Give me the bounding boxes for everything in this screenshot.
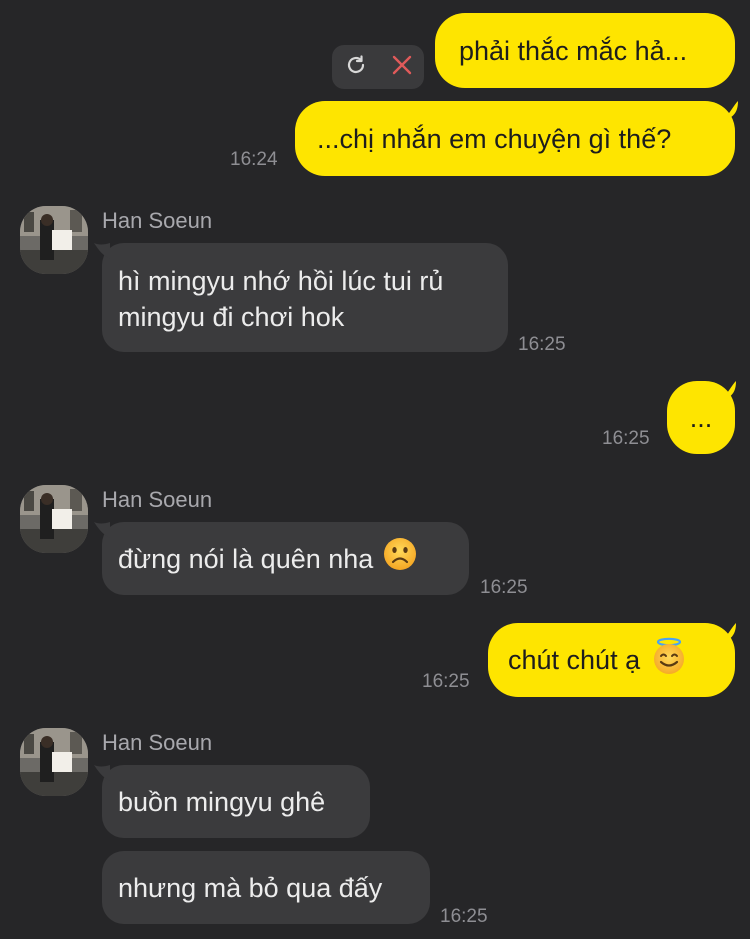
message-bubble-incoming[interactable]: đừng nói là quên nha bbox=[102, 522, 469, 595]
message-text: phải thắc mắc hả... bbox=[459, 35, 688, 66]
bubble-tail bbox=[94, 765, 110, 781]
avatar[interactable] bbox=[20, 485, 88, 553]
message-time: 16:25 bbox=[602, 428, 650, 449]
message-text: buồn mingyu ghê bbox=[118, 786, 326, 817]
message-time: 16:25 bbox=[518, 334, 566, 355]
avatar[interactable] bbox=[20, 206, 88, 274]
message-time: 16:25 bbox=[480, 577, 528, 598]
bubble-tail bbox=[724, 101, 738, 119]
bubble-tail bbox=[722, 381, 736, 399]
message-text: chút chút ạ bbox=[508, 645, 641, 675]
frowning-face-icon bbox=[383, 537, 417, 580]
message-time: 16:24 bbox=[230, 149, 278, 170]
bubble-tail bbox=[94, 522, 110, 538]
sender-name: Han Soeun bbox=[102, 208, 213, 233]
message-bubble-outgoing[interactable]: chút chút ạ bbox=[488, 623, 735, 697]
sender-name: Han Soeun bbox=[102, 730, 213, 755]
bubble-tail bbox=[722, 623, 736, 641]
avatar[interactable] bbox=[20, 728, 88, 796]
message-text: đừng nói là quên nha bbox=[118, 543, 374, 574]
message-text: nhưng mà bỏ qua đấy bbox=[118, 872, 383, 903]
message-bubble-incoming[interactable]: hì mingyu nhớ hồi lúc tui rủ mingyu đi c… bbox=[102, 243, 508, 352]
message-bubble-outgoing[interactable]: phải thắc mắc hả... bbox=[435, 13, 735, 88]
message-bubble-outgoing[interactable]: ...chị nhắn em chuyện gì thế? bbox=[295, 101, 735, 176]
message-time: 16:25 bbox=[422, 671, 470, 692]
message-text: ...chị nhắn em chuyện gì thế? bbox=[317, 123, 672, 154]
close-icon[interactable] bbox=[391, 54, 413, 81]
sender-name: Han Soeun bbox=[102, 487, 213, 512]
message-bubble-incoming[interactable]: nhưng mà bỏ qua đấy bbox=[102, 851, 430, 924]
message-time: 16:25 bbox=[440, 906, 488, 927]
message-bubble-incoming[interactable]: buồn mingyu ghê bbox=[102, 765, 370, 838]
smiling-face-with-halo-icon bbox=[650, 637, 688, 684]
message-text: hì mingyu nhớ hồi lúc tui rủ mingyu đi c… bbox=[118, 266, 444, 332]
bubble-tail bbox=[94, 243, 110, 259]
refresh-icon[interactable] bbox=[344, 53, 368, 82]
failed-message-actions bbox=[332, 45, 424, 89]
message-text: ... bbox=[689, 402, 713, 433]
